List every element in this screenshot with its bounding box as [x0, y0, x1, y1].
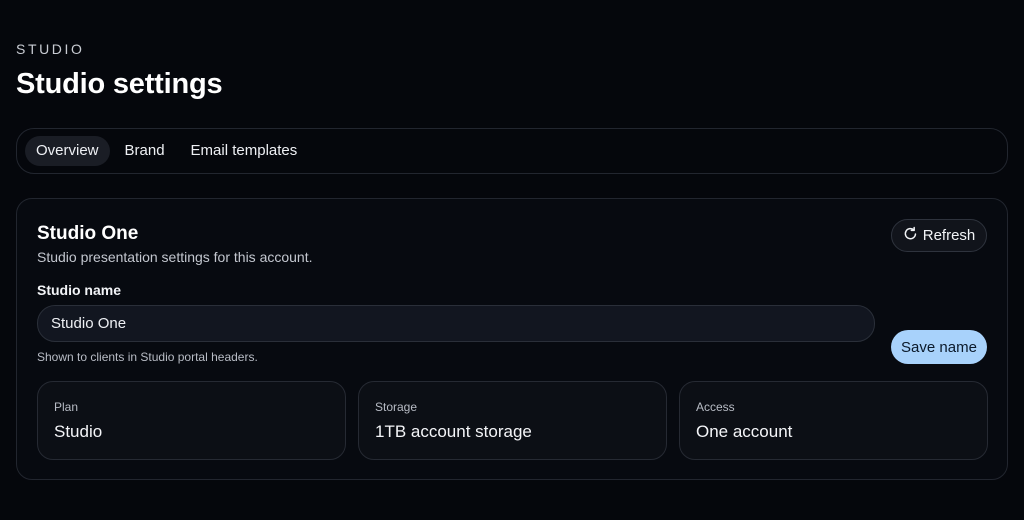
stat-plan-label: Plan — [54, 400, 79, 414]
studio-card-title: Studio One — [37, 223, 139, 244]
refresh-button[interactable]: Refresh — [891, 219, 987, 252]
tab-brand[interactable]: Brand — [114, 136, 176, 166]
studio-name-input[interactable] — [37, 305, 875, 342]
tab-bar: Overview Brand Email templates — [16, 128, 1008, 174]
account-stats: Plan Studio Storage 1TB account storage … — [37, 381, 988, 460]
stat-plan: Plan Studio — [37, 381, 346, 460]
tab-email-templates[interactable]: Email templates — [180, 136, 309, 166]
section-eyebrow: STUDIO — [16, 41, 85, 57]
stat-storage-value: 1TB account storage — [375, 422, 532, 441]
tab-overview[interactable]: Overview — [25, 136, 110, 166]
stat-access-label: Access — [696, 400, 735, 414]
stat-access: Access One account — [679, 381, 988, 460]
stat-access-value: One account — [696, 422, 793, 441]
studio-name-label: Studio name — [37, 282, 122, 298]
refresh-icon — [903, 226, 918, 245]
studio-card-description: Studio presentation settings for this ac… — [37, 249, 313, 265]
stat-storage-label: Storage — [375, 400, 418, 414]
save-name-button[interactable]: Save name — [891, 330, 987, 364]
page-title: Studio settings — [16, 68, 223, 100]
studio-card: Studio One Studio presentation settings … — [16, 198, 1008, 480]
refresh-button-label: Refresh — [922, 227, 976, 244]
stat-storage: Storage 1TB account storage — [358, 381, 667, 460]
studio-settings-page: STUDIO Studio settings Overview Brand Em… — [0, 0, 1024, 520]
stat-plan-value: Studio — [54, 422, 103, 441]
studio-name-helper-text: Shown to clients in Studio portal header… — [37, 350, 258, 364]
